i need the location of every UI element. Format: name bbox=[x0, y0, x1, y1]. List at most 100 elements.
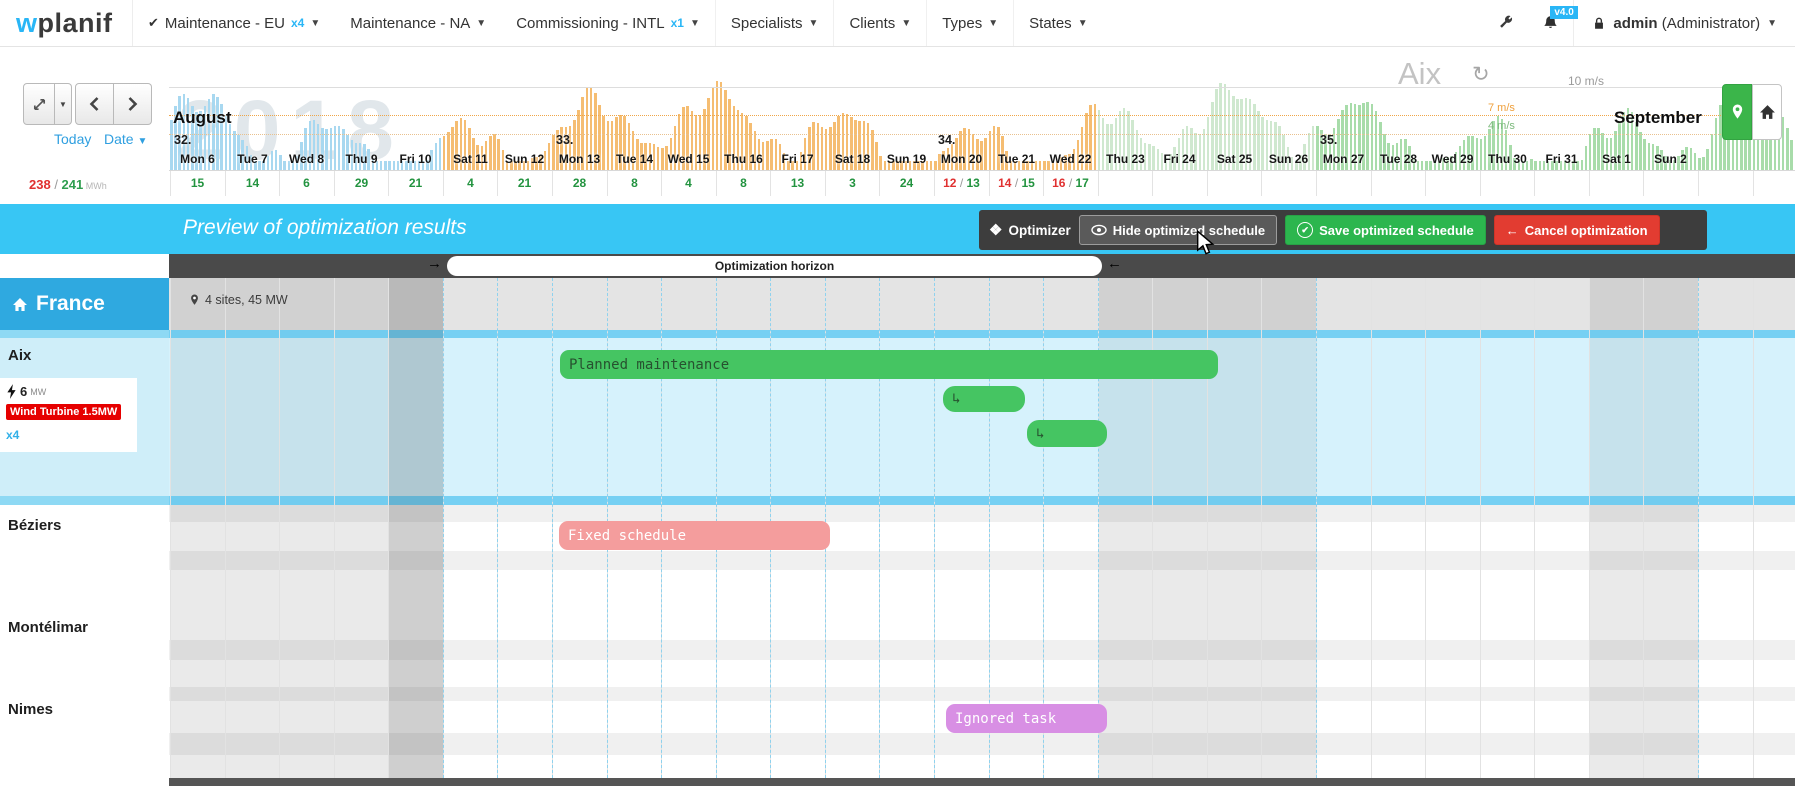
horizon-day-gridline bbox=[552, 278, 553, 778]
chevron-left-icon bbox=[89, 97, 100, 111]
wind-gridline-label: 7 m/s bbox=[1488, 102, 1515, 114]
nav-item-states[interactable]: States▼ bbox=[1013, 0, 1102, 46]
sidebar-site-montelimar[interactable]: Montélimar bbox=[8, 619, 88, 636]
day-label: Sun 26 bbox=[1261, 152, 1316, 166]
day-value: 4 bbox=[661, 176, 716, 190]
gantt-area[interactable]: 4 sites, 45 MW Planned maintenance ↳↳ Fixed… bbox=[169, 278, 1795, 778]
horizontal-scrollbar[interactable] bbox=[169, 778, 1795, 786]
turbine-count-link[interactable]: x4 bbox=[6, 428, 19, 442]
day-gridline bbox=[1643, 278, 1644, 778]
range-dropdown-button[interactable]: ▼ bbox=[55, 83, 72, 125]
sidebar-group-france[interactable]: France bbox=[0, 278, 169, 330]
day-gridline bbox=[279, 278, 280, 778]
day-value: 14 bbox=[225, 176, 280, 190]
horizon-strip: → Optimization horizon ← bbox=[169, 254, 1795, 278]
nav-item-maintenance-na[interactable]: Maintenance - NA▼ bbox=[335, 0, 501, 46]
date-link[interactable]: Date ▼ bbox=[104, 131, 147, 147]
day-gridline bbox=[1425, 278, 1426, 778]
day-gridline bbox=[1753, 278, 1754, 778]
day-value: 8 bbox=[716, 176, 771, 190]
prev-button[interactable] bbox=[75, 83, 114, 125]
aix-top-strip bbox=[0, 330, 169, 338]
chevron-down-icon: ▼ bbox=[1767, 18, 1777, 29]
day-gridline bbox=[1589, 278, 1590, 778]
lightning-icon bbox=[6, 384, 17, 399]
lock-icon bbox=[1592, 16, 1606, 31]
week-number: 32. bbox=[174, 133, 191, 147]
day-gridline bbox=[334, 278, 335, 778]
site-power-unit: MW bbox=[30, 387, 46, 397]
sidebar-site-beziers[interactable]: Béziers bbox=[8, 517, 61, 534]
home-icon bbox=[12, 297, 28, 312]
day-label: Mon 6 bbox=[170, 152, 225, 166]
day-label: Thu 30 bbox=[1480, 152, 1535, 166]
next-button[interactable] bbox=[114, 83, 152, 125]
map-view-button[interactable] bbox=[1722, 84, 1752, 140]
sidebar-site-aix[interactable]: Aix 6 MW Wind Turbine 1.5MW x4 bbox=[0, 330, 169, 505]
timeline-header[interactable]: 2018 7 m/s4 m/s AugustSeptember32.33.34.… bbox=[169, 46, 1795, 196]
cancel-optimization-button[interactable]: ← Cancel optimization bbox=[1494, 215, 1660, 245]
aix-fleet-card: 6 MW Wind Turbine 1.5MW x4 bbox=[0, 378, 137, 452]
daily-values-strip: 151462921421288481332412 / 1314 / 1516 /… bbox=[169, 170, 1795, 196]
task-bar-[interactable]: ↳ bbox=[1027, 420, 1107, 447]
task-bar-[interactable]: ↳ bbox=[943, 386, 1025, 412]
notifications-bell-icon[interactable]: v4.0 bbox=[1528, 0, 1573, 46]
chevron-down-icon: ▼ bbox=[1078, 18, 1088, 29]
nav-item-types[interactable]: Types▼ bbox=[926, 0, 1013, 46]
day-value: 14 / 15 bbox=[989, 176, 1044, 190]
day-gridline bbox=[1261, 278, 1262, 778]
app-logo[interactable]: wplanif bbox=[0, 0, 133, 46]
day-label: Wed 15 bbox=[661, 152, 716, 166]
wplanif-app: wplanif ✔Maintenance - EUx4▼Maintenance … bbox=[0, 0, 1795, 786]
today-link[interactable]: Today bbox=[54, 131, 91, 147]
horizon-day-gridline bbox=[1698, 278, 1699, 778]
fit-range-button[interactable] bbox=[23, 83, 55, 125]
check-circle-icon: ✔ bbox=[1297, 222, 1313, 238]
nav-item-specialists[interactable]: Specialists▼ bbox=[715, 0, 834, 46]
home-view-button[interactable] bbox=[1752, 84, 1782, 140]
week-number: 33. bbox=[556, 133, 573, 147]
day-label: Wed 22 bbox=[1043, 152, 1098, 166]
chevron-down-icon: ▼ bbox=[988, 18, 998, 29]
day-gridline bbox=[1480, 278, 1481, 778]
day-gridline bbox=[225, 278, 226, 778]
diagonal-resize-icon bbox=[32, 97, 47, 112]
horizon-right-arrow-icon[interactable]: ← bbox=[1107, 255, 1122, 272]
user-name: admin bbox=[1613, 15, 1657, 32]
day-label: Sun 2 bbox=[1643, 152, 1698, 166]
nav-item-clients[interactable]: Clients▼ bbox=[833, 0, 926, 46]
day-label: Fri 17 bbox=[770, 152, 825, 166]
day-value: 24 bbox=[879, 176, 934, 190]
user-menu[interactable]: admin (Administrator) ▼ bbox=[1573, 0, 1795, 46]
optimizer-label: ❖ Optimizer bbox=[989, 221, 1071, 239]
group-summary: 4 sites, 45 MW bbox=[189, 293, 288, 307]
aix-bottom-strip bbox=[0, 496, 169, 505]
zoom-range-control: ▼ bbox=[23, 83, 72, 125]
nav-item-maintenance-eu[interactable]: ✔Maintenance - EUx4▼ bbox=[133, 0, 335, 46]
week-number: 34. bbox=[938, 133, 955, 147]
refresh-icon[interactable]: ↻ bbox=[1472, 62, 1490, 87]
sidebar-site-nimes[interactable]: Nimes bbox=[8, 701, 53, 718]
day-value: 3 bbox=[825, 176, 880, 190]
day-label: Fri 10 bbox=[388, 152, 443, 166]
turbine-type-badge[interactable]: Wind Turbine 1.5MW bbox=[6, 404, 121, 420]
hide-optimized-schedule-button[interactable]: Hide optimized schedule bbox=[1079, 215, 1277, 245]
day-label: Fri 31 bbox=[1534, 152, 1589, 166]
task-bar-fixed-schedule[interactable]: Fixed schedule bbox=[559, 521, 830, 550]
horizon-left-arrow-icon[interactable]: → bbox=[427, 255, 442, 272]
version-badge: v4.0 bbox=[1550, 6, 1577, 19]
group-name: France bbox=[36, 292, 105, 316]
nav-item-commissioning-intl[interactable]: Commissioning - INTLx1▼ bbox=[501, 0, 715, 46]
day-label: Sun 19 bbox=[879, 152, 934, 166]
eye-icon bbox=[1091, 224, 1107, 236]
optimizer-icon: ❖ bbox=[989, 221, 1002, 239]
wrench-icon[interactable] bbox=[1483, 0, 1528, 46]
save-optimized-schedule-button[interactable]: ✔ Save optimized schedule bbox=[1285, 215, 1486, 245]
day-label: Thu 23 bbox=[1098, 152, 1153, 166]
task-bar-planned-maintenance[interactable]: Planned maintenance bbox=[560, 350, 1218, 379]
wind-gridline-label: 4 m/s bbox=[1488, 120, 1515, 132]
task-bar-ignored-task[interactable]: Ignored task bbox=[946, 704, 1107, 733]
chevron-down-icon: ▼ bbox=[310, 18, 320, 29]
day-value: 28 bbox=[552, 176, 607, 190]
optimization-horizon-bar[interactable]: Optimization horizon bbox=[447, 256, 1102, 276]
